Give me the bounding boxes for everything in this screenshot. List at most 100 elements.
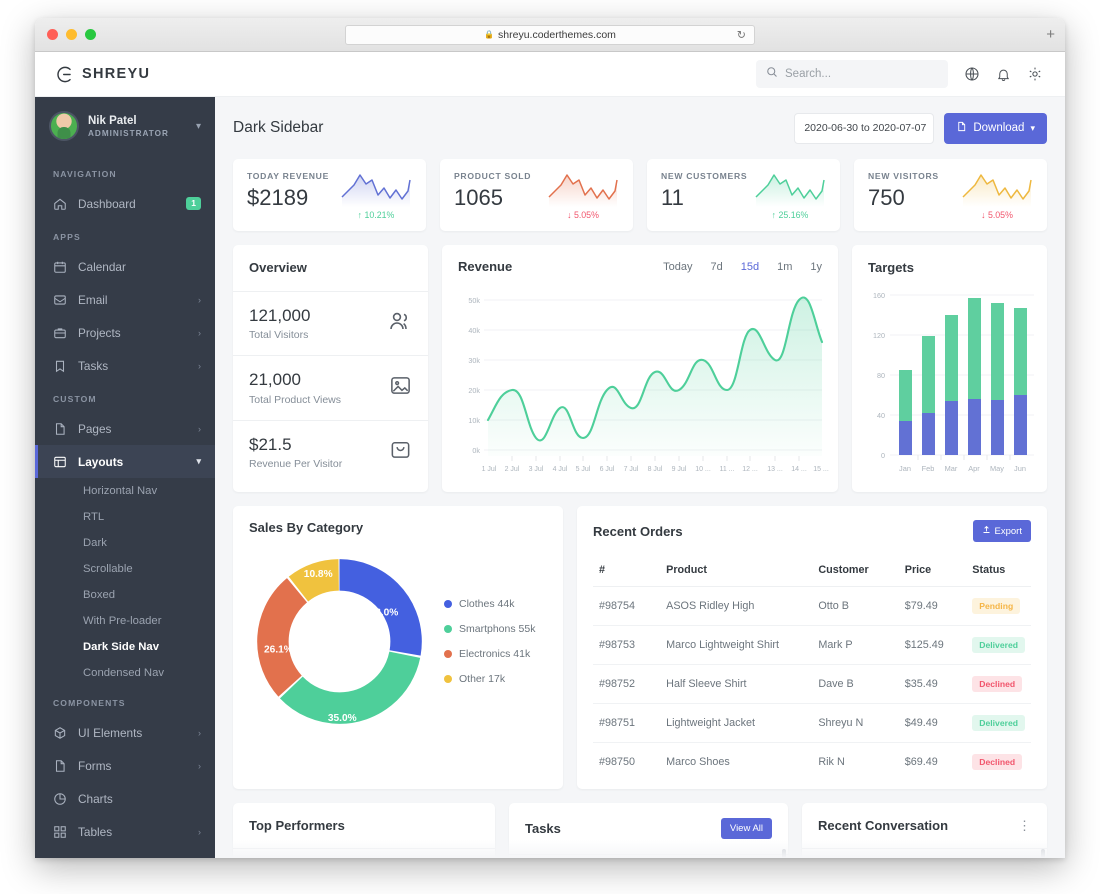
top-performers-card: Top Performers bbox=[233, 803, 495, 858]
cell-customer: Rik N bbox=[812, 743, 898, 782]
svg-text:13 ...: 13 ... bbox=[767, 466, 783, 473]
tab-15d[interactable]: 15d bbox=[741, 261, 759, 273]
users-icon bbox=[388, 309, 412, 338]
sidebar-subitem-dark-side-nav[interactable]: Dark Side Nav bbox=[35, 634, 215, 660]
window-controls[interactable] bbox=[47, 29, 96, 40]
table-row[interactable]: #98754 ASOS Ridley High Otto B $79.49 Pe… bbox=[593, 587, 1031, 626]
sidebar-subitem-boxed[interactable]: Boxed bbox=[35, 582, 215, 608]
stat-value: 1065 bbox=[454, 187, 531, 209]
sales-by-category-card: Sales By Category 28.0% bbox=[233, 506, 563, 789]
reload-icon[interactable]: ↻ bbox=[737, 28, 746, 41]
list-item[interactable]: Greeva bbox=[818, 849, 1031, 858]
cell-status: Declined bbox=[966, 743, 1031, 782]
table-row[interactable]: #98753 Marco Lightweight Shirt Mark P $1… bbox=[593, 626, 1031, 665]
sparkline-today-revenue bbox=[340, 171, 412, 207]
overview-label: Revenue Per Visitor bbox=[249, 458, 342, 470]
sidebar-item-ui-elements[interactable]: UI Elements › bbox=[35, 716, 215, 749]
pie-icon bbox=[53, 792, 67, 806]
table-row[interactable]: #98751 Lightweight Jacket Shreyu N $49.4… bbox=[593, 704, 1031, 743]
chevron-down-icon[interactable]: ▾ bbox=[196, 121, 201, 132]
table-row[interactable]: #98752 Half Sleeve Shirt Dave B $35.49 D… bbox=[593, 665, 1031, 704]
brand-logo[interactable]: SHREYU bbox=[35, 65, 215, 84]
tasks-scrollbar[interactable] bbox=[782, 849, 786, 858]
svg-text:4 Jul: 4 Jul bbox=[553, 466, 568, 473]
sales-title: Sales By Category bbox=[249, 520, 363, 535]
sidebar-subitem-with-pre-loader[interactable]: With Pre-loader bbox=[35, 608, 215, 634]
cell-customer: Otto B bbox=[812, 587, 898, 626]
bell-icon[interactable] bbox=[996, 67, 1011, 82]
table-header-row: # Product Customer Price Status bbox=[593, 556, 1031, 587]
sidebar-item-charts[interactable]: Charts bbox=[35, 782, 215, 815]
conversation-scrollbar[interactable] bbox=[1041, 849, 1045, 858]
minimize-window-button[interactable] bbox=[66, 29, 77, 40]
sidebar-item-projects[interactable]: Projects › bbox=[35, 316, 215, 349]
overview-row-total-product-views: 21,000 Total Product Views bbox=[233, 356, 428, 420]
svg-text:26.1%: 26.1% bbox=[264, 645, 293, 656]
sidebar-item-email[interactable]: Email › bbox=[35, 283, 215, 316]
sidebar-item-forms[interactable]: Forms › bbox=[35, 749, 215, 782]
search-box[interactable] bbox=[756, 60, 948, 88]
inbox-icon bbox=[53, 293, 67, 307]
recent-orders-card: Recent Orders Export # bbox=[577, 506, 1047, 789]
new-tab-button[interactable]: + bbox=[1046, 27, 1055, 42]
sidebar-section-components: COMPONENTS bbox=[35, 686, 215, 716]
status-badge: Pending bbox=[972, 598, 1020, 614]
download-button[interactable]: Download ▾ bbox=[944, 113, 1047, 144]
cell-product: Lightweight Jacket bbox=[660, 704, 812, 743]
overview-row-revenue-per-visitor: $21.5 Revenue Per Visitor bbox=[233, 421, 428, 484]
sidebar-item-tables[interactable]: Tables › bbox=[35, 815, 215, 848]
revenue-range-tabs[interactable]: Today 7d 15d 1m 1y bbox=[663, 261, 822, 273]
date-range-input[interactable]: 2020-06-30 to 2020-07-07 bbox=[794, 113, 934, 144]
tab-1m[interactable]: 1m bbox=[777, 261, 792, 273]
recent-conversation-title: Recent Conversation bbox=[818, 818, 948, 833]
stat-card-new-customers: NEW CUSTOMERS 11 ↑ 25.16% bbox=[647, 159, 840, 231]
gear-icon[interactable] bbox=[1027, 66, 1043, 82]
page-header: Dark Sidebar 2020-06-30 to 2020-07-07 Do… bbox=[233, 97, 1047, 159]
revenue-card: Revenue Today 7d 15d 1m 1y bbox=[442, 245, 838, 492]
list-item[interactable]: Draft the new contract document for sale… bbox=[525, 855, 772, 858]
arrow-up-icon: ↑ bbox=[358, 210, 362, 220]
chevron-right-icon: › bbox=[198, 761, 201, 771]
svg-text:80: 80 bbox=[877, 371, 885, 380]
sidebar-user-block[interactable]: Nik Patel ADMINISTRATOR ▾ bbox=[35, 97, 215, 157]
tab-7d[interactable]: 7d bbox=[710, 261, 722, 273]
sidebar-subitem-horizontal-nav[interactable]: Horizontal Nav bbox=[35, 478, 215, 504]
stat-delta: ↓ 5.05% bbox=[567, 210, 599, 220]
export-button[interactable]: Export bbox=[973, 520, 1031, 542]
sidebar-section-navigation: NAVIGATION bbox=[35, 157, 215, 187]
table-row[interactable]: #98750 Marco Shoes Rik N $69.49 Declined bbox=[593, 743, 1031, 782]
maximize-window-button[interactable] bbox=[85, 29, 96, 40]
svg-text:10.8%: 10.8% bbox=[304, 569, 333, 580]
sidebar-subitem-scrollable[interactable]: Scrollable bbox=[35, 556, 215, 582]
stats-row: TODAY REVENUE $2189 ↑ 10.21% bbox=[233, 159, 1047, 231]
kebab-icon[interactable]: ⋮ bbox=[1018, 822, 1031, 830]
chevron-right-icon: › bbox=[198, 361, 201, 371]
sidebar-item-label: Layouts bbox=[78, 455, 123, 469]
status-badge: Declined bbox=[972, 676, 1022, 692]
sidebar-item-dashboard[interactable]: Dashboard 1 bbox=[35, 187, 215, 220]
address-bar[interactable]: 🔒 shreyu.coderthemes.com ↻ bbox=[345, 25, 755, 45]
view-all-button[interactable]: View All bbox=[721, 818, 772, 839]
tab-today[interactable]: Today bbox=[663, 261, 692, 273]
sidebar-subitem-condensed-nav[interactable]: Condensed Nav bbox=[35, 660, 215, 686]
sidebar-item-calendar[interactable]: Calendar bbox=[35, 250, 215, 283]
sidebar-subitem-rtl[interactable]: RTL bbox=[35, 504, 215, 530]
chevron-right-icon: › bbox=[198, 295, 201, 305]
sidebar-item-layouts[interactable]: Layouts ▾ bbox=[35, 445, 215, 478]
tab-1y[interactable]: 1y bbox=[810, 261, 822, 273]
col-product: Product bbox=[660, 556, 812, 587]
sidebar-subitem-dark[interactable]: Dark bbox=[35, 530, 215, 556]
cell-product: Marco Shoes bbox=[660, 743, 812, 782]
close-window-button[interactable] bbox=[47, 29, 58, 40]
stat-delta-value: 25.16% bbox=[779, 210, 809, 220]
sidebar-item-tasks[interactable]: Tasks › bbox=[35, 349, 215, 382]
stat-delta-value: 5.05% bbox=[988, 210, 1013, 220]
search-input[interactable] bbox=[785, 68, 938, 80]
stat-delta: ↓ 5.05% bbox=[981, 210, 1013, 220]
sidebar[interactable]: Nik Patel ADMINISTRATOR ▾ NAVIGATION Das… bbox=[35, 97, 215, 858]
sidebar-item-pages[interactable]: Pages › bbox=[35, 412, 215, 445]
globe-icon[interactable] bbox=[964, 66, 980, 82]
svg-text:Apr: Apr bbox=[968, 464, 980, 473]
browser-titlebar: 🔒 shreyu.coderthemes.com ↻ + bbox=[35, 18, 1065, 52]
app-topbar: SHREYU bbox=[35, 52, 1065, 97]
